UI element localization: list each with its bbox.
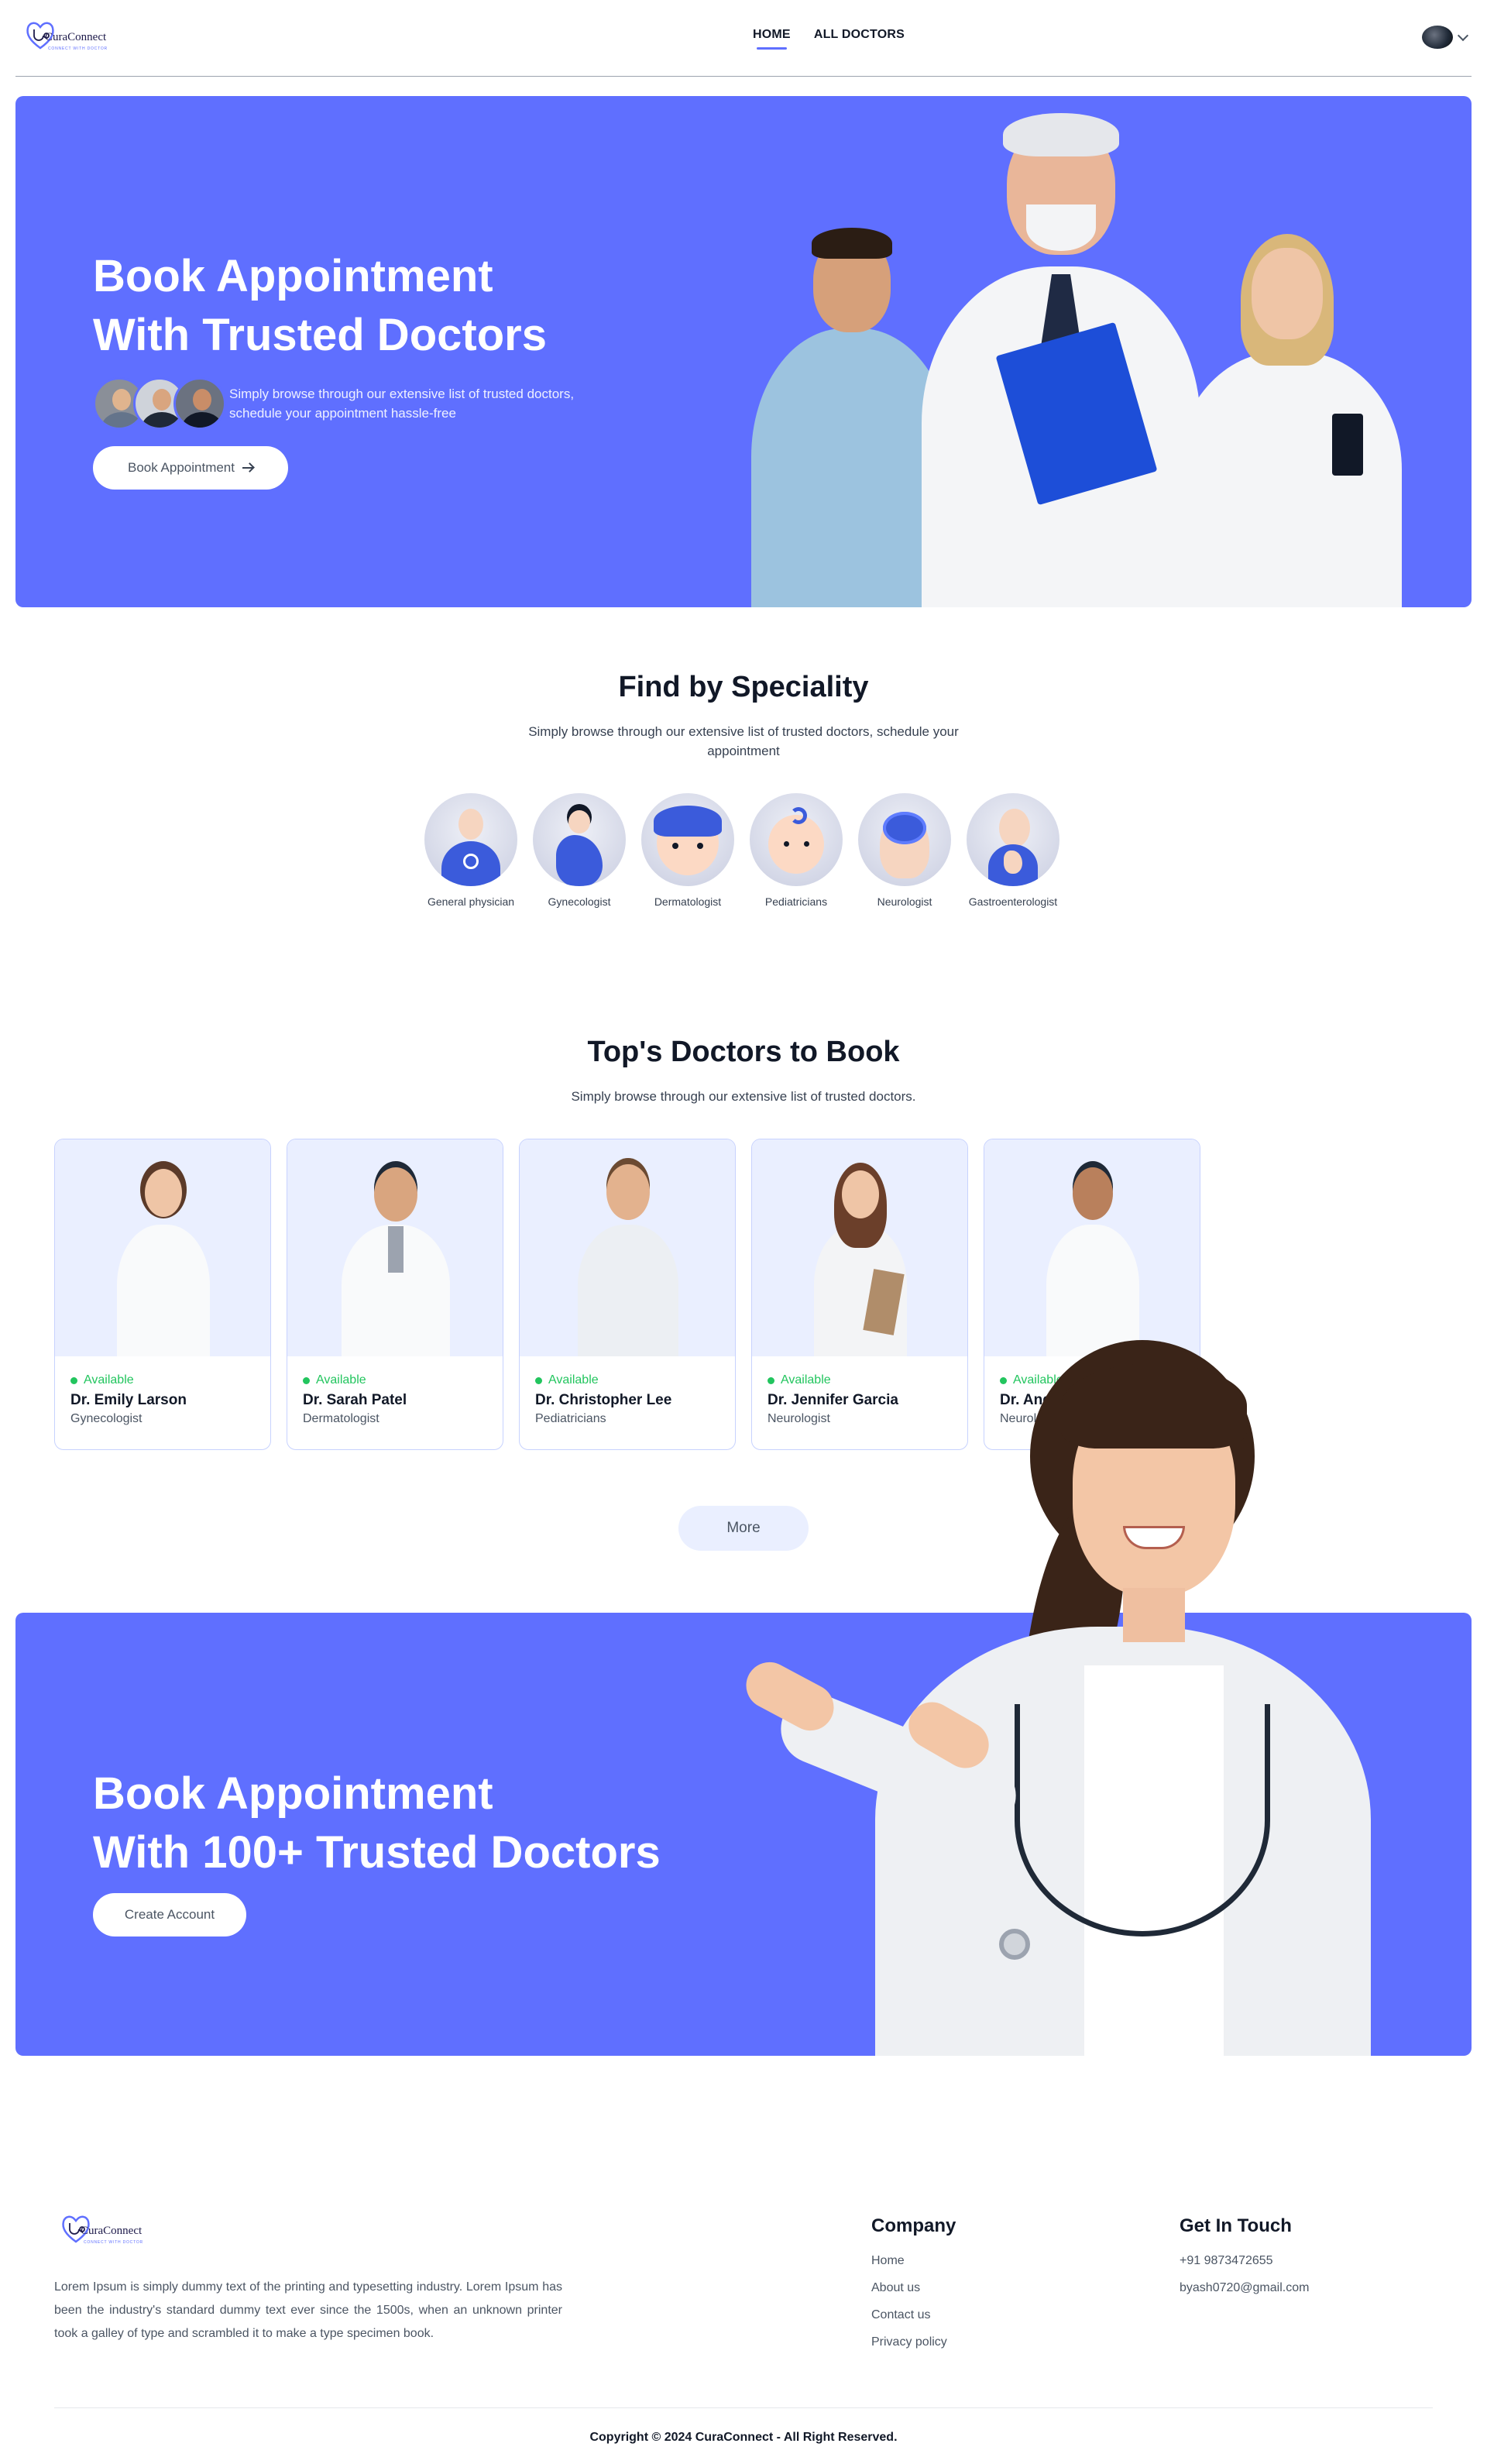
general-physician-icon — [424, 793, 517, 886]
brand-logo[interactable]: CuraConnect CONNECT WITH DOCTOR — [25, 19, 118, 57]
speciality-title: Find by Speciality — [618, 671, 869, 703]
availability-label: Available — [84, 1373, 134, 1387]
footer-contact: Get In Touch +91 9873472655 byash0720@gm… — [1180, 2215, 1309, 2308]
banner-title: Book Appointment With 100+ Trusted Docto… — [93, 1765, 661, 1882]
top-doctors-subtitle: Simply browse through our extensive list… — [571, 1089, 916, 1104]
hero-title: Book Appointment With Trusted Doctors — [93, 247, 547, 365]
speciality-dermatologist[interactable]: Dermatologist — [641, 793, 734, 908]
brand-name: CuraConnect — [45, 31, 107, 43]
copyright-text: Copyright © 2024 CuraConnect - All Right… — [589, 2431, 898, 2444]
brand-name: CuraConnect — [81, 2225, 143, 2237]
doctor-card[interactable]: Available Dr. Christopher Lee Pediatrici… — [519, 1139, 736, 1450]
dermatologist-icon — [641, 793, 734, 886]
navbar: CuraConnect CONNECT WITH DOCTOR HOME ALL… — [15, 0, 1472, 77]
status-dot — [70, 1376, 77, 1384]
banner-doctor-image — [737, 1340, 1402, 2056]
pediatrician-icon — [750, 793, 843, 886]
doctor-photo — [984, 1139, 1200, 1356]
availability-status: Available — [535, 1373, 719, 1387]
top-doctors-title: Top's Doctors to Book — [587, 1036, 900, 1068]
hero-title-line2: With Trusted Doctors — [93, 310, 547, 360]
availability-status: Available — [303, 1373, 487, 1387]
doctor-name: Dr. Christopher Lee — [535, 1392, 672, 1408]
avatar — [173, 377, 226, 430]
banner-title-line2: With 100+ Trusted Doctors — [93, 1827, 661, 1878]
nav-all-doctors[interactable]: ALL DOCTORS — [814, 28, 905, 42]
footer-about: Lorem Ipsum is simply dummy text of the … — [54, 2280, 562, 2340]
footer-link-privacy[interactable]: Privacy policy — [871, 2335, 956, 2349]
speciality-gastroenterologist[interactable]: Gastroenterologist — [967, 793, 1059, 908]
doctor-card[interactable]: Available Dr. Emily Larson Gynecologist — [54, 1139, 271, 1450]
footer-contact-title: Get In Touch — [1180, 2215, 1292, 2236]
speciality-label: Gastroenterologist — [968, 895, 1058, 908]
availability-status: Available — [70, 1373, 255, 1387]
availability-label: Available — [316, 1373, 366, 1387]
hero-subtitle: Simply browse through our extensive list… — [229, 387, 575, 421]
avatar[interactable] — [1422, 26, 1453, 49]
footer-link-home[interactable]: Home — [871, 2254, 956, 2268]
book-appointment-label: Book Appointment — [128, 460, 235, 475]
footer-email[interactable]: byash0720@gmail.com — [1180, 2281, 1309, 2295]
status-dot — [535, 1376, 542, 1384]
speciality-subtitle: Simply browse through our extensive list… — [528, 724, 959, 758]
speciality-label: Neurologist — [877, 895, 932, 908]
doctor-name: Dr. Sarah Patel — [303, 1392, 407, 1408]
doctor-card[interactable]: Available Dr. Sarah Patel Dermatologist — [287, 1139, 503, 1450]
doctor-speciality: Gynecologist — [70, 1412, 143, 1425]
speciality-pediatricians[interactable]: Pediatricians — [750, 793, 843, 908]
doctor-photo — [55, 1139, 270, 1356]
arrow-right-icon — [242, 467, 253, 469]
doctor-name: Dr. Emily Larson — [70, 1392, 187, 1408]
footer-link-about[interactable]: About us — [871, 2281, 956, 2295]
footer-logo[interactable]: CuraConnect CONNECT WITH DOCTOR — [60, 2212, 156, 2251]
hero-title-line1: Book Appointment — [93, 251, 493, 301]
doctor-photo — [520, 1139, 735, 1356]
footer-divider — [54, 2407, 1433, 2408]
speciality-list: General physician Gynecologist Dermatolo… — [424, 793, 1059, 908]
footer-phone[interactable]: +91 9873472655 — [1180, 2254, 1309, 2268]
gastroenterologist-icon — [967, 793, 1059, 886]
neurologist-icon — [858, 793, 951, 886]
speciality-label: Dermatologist — [654, 895, 722, 908]
banner-title-line1: Book Appointment — [93, 1768, 493, 1819]
chevron-down-icon[interactable] — [1457, 29, 1469, 42]
speciality-label: General physician — [427, 895, 515, 908]
footer-company: Company Home About us Contact us Privacy… — [871, 2215, 956, 2363]
doctor-photo — [752, 1139, 967, 1356]
speciality-label: Pediatricians — [764, 895, 828, 908]
brand-tagline: CONNECT WITH DOCTOR — [84, 2240, 143, 2245]
main-nav: HOME ALL DOCTORS — [753, 28, 905, 50]
brand-tagline: CONNECT WITH DOCTOR — [48, 46, 108, 51]
doctor-speciality: Pediatricians — [535, 1412, 606, 1425]
create-account-button[interactable]: Create Account — [93, 1893, 246, 1936]
book-appointment-button[interactable]: Book Appointment — [93, 446, 288, 490]
status-dot — [303, 1376, 310, 1384]
availability-label: Available — [548, 1373, 599, 1387]
profile-menu[interactable] — [1422, 26, 1469, 49]
footer-company-title: Company — [871, 2215, 956, 2236]
footer-link-contact[interactable]: Contact us — [871, 2308, 956, 2322]
doctor-speciality: Dermatologist — [303, 1412, 379, 1425]
speciality-general-physician[interactable]: General physician — [424, 793, 517, 908]
gynecologist-icon — [533, 793, 626, 886]
nav-home[interactable]: HOME — [753, 28, 791, 50]
doctor-avatar-group — [93, 377, 226, 430]
doctor-photo — [287, 1139, 503, 1356]
speciality-label: Gynecologist — [548, 895, 611, 908]
hero-banner: Book Appointment With Trusted Doctors Si… — [15, 96, 1472, 607]
speciality-neurologist[interactable]: Neurologist — [858, 793, 951, 908]
speciality-gynecologist[interactable]: Gynecologist — [533, 793, 626, 908]
